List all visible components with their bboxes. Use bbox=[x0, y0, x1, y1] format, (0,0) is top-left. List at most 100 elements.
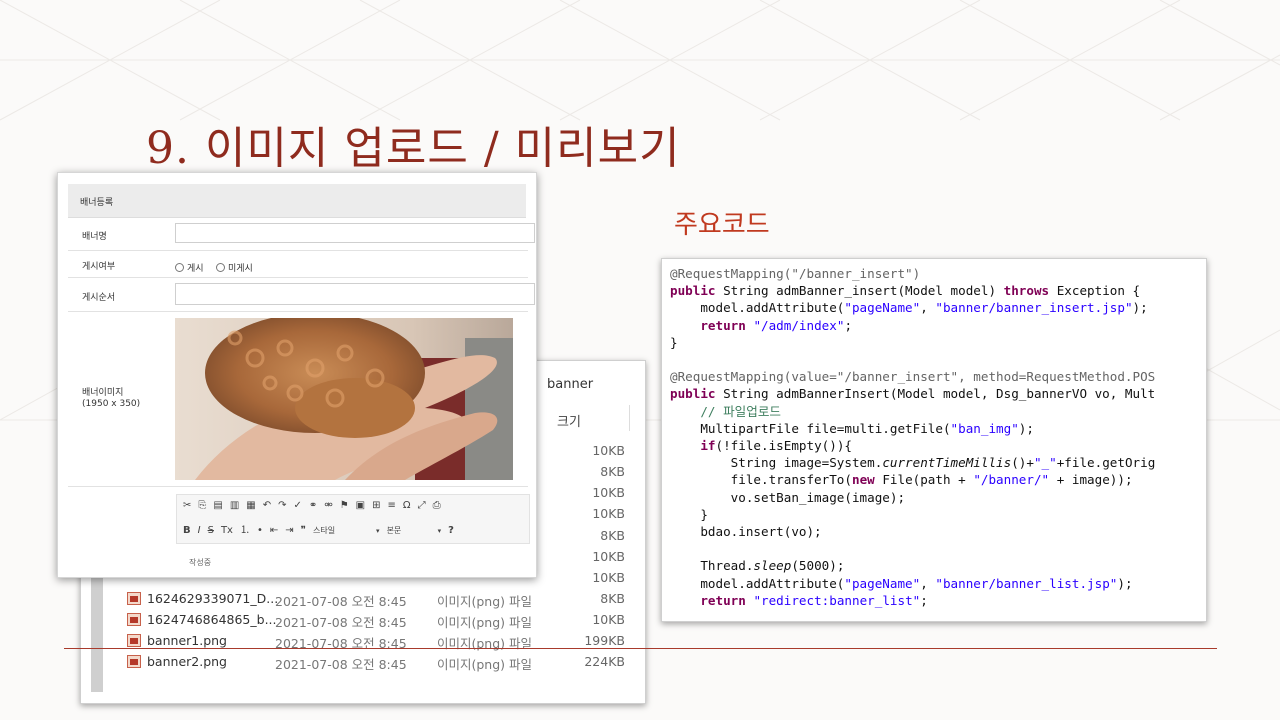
file-size: 10KB bbox=[592, 570, 625, 585]
code-line: if(!file.isEmpty()){ bbox=[700, 438, 852, 454]
bold-icon[interactable]: B bbox=[183, 525, 191, 536]
label-banner-image: 배너이미지 bbox=[82, 388, 124, 398]
indent-icon[interactable]: ⇥ bbox=[285, 525, 293, 536]
code-line: // 파일업로드 bbox=[670, 403, 782, 419]
code-line: } bbox=[670, 506, 708, 522]
paste-word-icon[interactable]: ▦ bbox=[246, 500, 255, 511]
code-line: @RequestMapping("/banner_insert") bbox=[670, 266, 921, 281]
form-header: 배너등록 bbox=[68, 184, 526, 218]
blockquote-icon[interactable]: ❞ bbox=[301, 525, 306, 536]
code-line: @RequestMapping(value="/banner_insert", … bbox=[670, 369, 1156, 385]
file-name: banner2.png bbox=[147, 654, 227, 669]
strike-icon[interactable]: S bbox=[208, 525, 214, 536]
code-line: bdao.insert(vo); bbox=[670, 524, 822, 540]
file-date: 2021-07-08 오전 8:45 bbox=[275, 657, 407, 672]
code-line: return "redirect:banner_list"; bbox=[700, 592, 928, 608]
code-line: Thread.sleep(5000); bbox=[670, 558, 845, 574]
horizontal-line-icon[interactable]: ≡ bbox=[388, 500, 396, 511]
file-size: 10KB bbox=[592, 485, 625, 500]
file-row[interactable]: 1624746864865_b... 2021-07-08 오전 8:45 이미… bbox=[81, 610, 645, 631]
row-post-status: 게시여부 게시 미게시 bbox=[68, 250, 528, 278]
toolbar-row-1: ✂ ⎘ ▤ ▥ ▦ ↶ ↷ ✓ ⚭ ⚮ ⚑ ▣ ⊞ ≡ Ω ⤢ ⎙ bbox=[183, 500, 448, 511]
special-char-icon[interactable]: Ω bbox=[403, 500, 411, 511]
maximize-icon[interactable]: ⤢ bbox=[418, 500, 426, 511]
file-size: 10KB bbox=[592, 443, 625, 458]
file-type: 이미지(png) 파일 bbox=[437, 615, 533, 630]
table-icon[interactable]: ⊞ bbox=[372, 500, 380, 511]
toolbar-row-2: B I S Tx ⒈ • ⇤ ⇥ ❞ 스타일 ▾ 본문 ▾? bbox=[183, 521, 461, 536]
file-size: 199KB bbox=[584, 633, 625, 648]
editor-status: 작성중 bbox=[189, 558, 212, 567]
code-line: public String admBannerInsert(Model mode… bbox=[670, 386, 1156, 402]
label-post-order: 게시순서 bbox=[82, 293, 116, 303]
file-name: 1624629339071_D... bbox=[147, 591, 279, 606]
row-banner-name: 배너명 bbox=[68, 217, 535, 251]
code-line: return "/adm/index"; bbox=[700, 317, 853, 333]
column-divider[interactable] bbox=[629, 405, 630, 431]
radio-post-label: 게시 bbox=[187, 264, 204, 274]
slide-title: 9. 이미지 업로드 / 미리보기 bbox=[146, 123, 681, 174]
code-line: vo.setBan_image(image); bbox=[670, 489, 906, 505]
source-icon[interactable]: ⎙ bbox=[433, 500, 441, 511]
radio-post[interactable]: 게시 bbox=[175, 261, 204, 274]
breadcrumb-folder[interactable]: banner bbox=[547, 377, 593, 392]
chevron-down-icon[interactable]: ▾ bbox=[376, 527, 380, 535]
cut-icon[interactable]: ✂ bbox=[183, 500, 191, 511]
anchor-flag-icon[interactable]: ⚑ bbox=[340, 500, 349, 511]
code-line: public String admBanner_insert(Model mod… bbox=[670, 283, 1141, 299]
label-post-status: 게시여부 bbox=[82, 262, 116, 272]
style-select[interactable]: 스타일 bbox=[313, 525, 369, 536]
file-size: 224KB bbox=[584, 654, 625, 669]
code-line: file.transferTo(new File(path + "/banner… bbox=[670, 472, 1133, 488]
row-post-order: 게시순서 bbox=[68, 277, 535, 312]
chevron-down-icon[interactable]: ▾ bbox=[438, 527, 442, 535]
outdent-icon[interactable]: ⇤ bbox=[270, 525, 278, 536]
editor-toolbar: ✂ ⎘ ▤ ▥ ▦ ↶ ↷ ✓ ⚭ ⚮ ⚑ ▣ ⊞ ≡ Ω ⤢ ⎙ B I S Tx ⒈ • ⇤ ⇥ ❞ 스타일 ▾ 본문 ▾? bbox=[176, 494, 530, 544]
remove-format-icon[interactable]: Tx bbox=[221, 525, 233, 536]
radio-circle-icon bbox=[216, 263, 225, 272]
file-size: 10KB bbox=[592, 612, 625, 627]
help-icon[interactable]: ? bbox=[448, 525, 454, 536]
png-file-icon bbox=[127, 613, 141, 626]
copy-icon[interactable]: ⎘ bbox=[198, 500, 206, 511]
png-file-icon bbox=[127, 634, 141, 647]
banner-preview-image bbox=[175, 318, 513, 480]
file-size: 8KB bbox=[600, 591, 625, 606]
file-type: 이미지(png) 파일 bbox=[437, 594, 533, 609]
file-size: 10KB bbox=[592, 506, 625, 521]
image-icon[interactable]: ▣ bbox=[356, 500, 365, 511]
code-line: MultipartFile file=multi.getFile("ban_im… bbox=[670, 420, 1034, 436]
code-line: model.addAttribute("pageName", "banner/b… bbox=[670, 575, 1133, 591]
paste-icon[interactable]: ▤ bbox=[213, 500, 222, 511]
code-line: String image=System.currentTimeMillis()+… bbox=[670, 455, 1156, 471]
file-name: 1624746864865_b... bbox=[147, 612, 277, 627]
banner-name-input[interactable] bbox=[175, 223, 535, 243]
numbered-list-icon[interactable]: ⒈ bbox=[240, 521, 250, 536]
code-snippet-box: @RequestMapping("/banner_insert") public… bbox=[661, 258, 1207, 622]
code-line: model.addAttribute("pageName", "banner/b… bbox=[670, 300, 1148, 316]
undo-icon[interactable]: ↶ bbox=[263, 500, 271, 511]
png-file-icon bbox=[127, 592, 141, 605]
paste-text-icon[interactable]: ▥ bbox=[230, 500, 239, 511]
label-banner-name: 배너명 bbox=[82, 232, 107, 242]
unlink-icon[interactable]: ⚮ bbox=[324, 500, 332, 511]
file-row[interactable]: banner2.png 2021-07-08 오전 8:45 이미지(png) … bbox=[81, 652, 645, 673]
file-date: 2021-07-08 오전 8:45 bbox=[275, 636, 407, 651]
spellcheck-icon[interactable]: ✓ bbox=[294, 500, 302, 511]
post-order-input[interactable] bbox=[175, 283, 535, 305]
column-header-size[interactable]: 크기 bbox=[557, 411, 581, 430]
file-date: 2021-07-08 오전 8:45 bbox=[275, 594, 407, 609]
label-image-size: (1950 x 350) bbox=[82, 399, 141, 409]
file-type: 이미지(png) 파일 bbox=[437, 657, 533, 672]
format-select[interactable]: 본문 bbox=[387, 525, 431, 536]
link-icon[interactable]: ⚭ bbox=[309, 500, 317, 511]
form-title: 배너등록 bbox=[80, 198, 114, 208]
redo-icon[interactable]: ↷ bbox=[278, 500, 286, 511]
radio-unpost[interactable]: 미게시 bbox=[216, 261, 253, 274]
bulleted-list-icon[interactable]: • bbox=[257, 525, 263, 536]
file-row[interactable]: 1624629339071_D... 2021-07-08 오전 8:45 이미… bbox=[81, 589, 645, 610]
radio-unpost-label: 미게시 bbox=[228, 264, 253, 274]
radio-circle-icon bbox=[175, 263, 184, 272]
code-snippet: @RequestMapping("/banner_insert") public… bbox=[670, 265, 1155, 609]
italic-icon[interactable]: I bbox=[198, 525, 201, 536]
